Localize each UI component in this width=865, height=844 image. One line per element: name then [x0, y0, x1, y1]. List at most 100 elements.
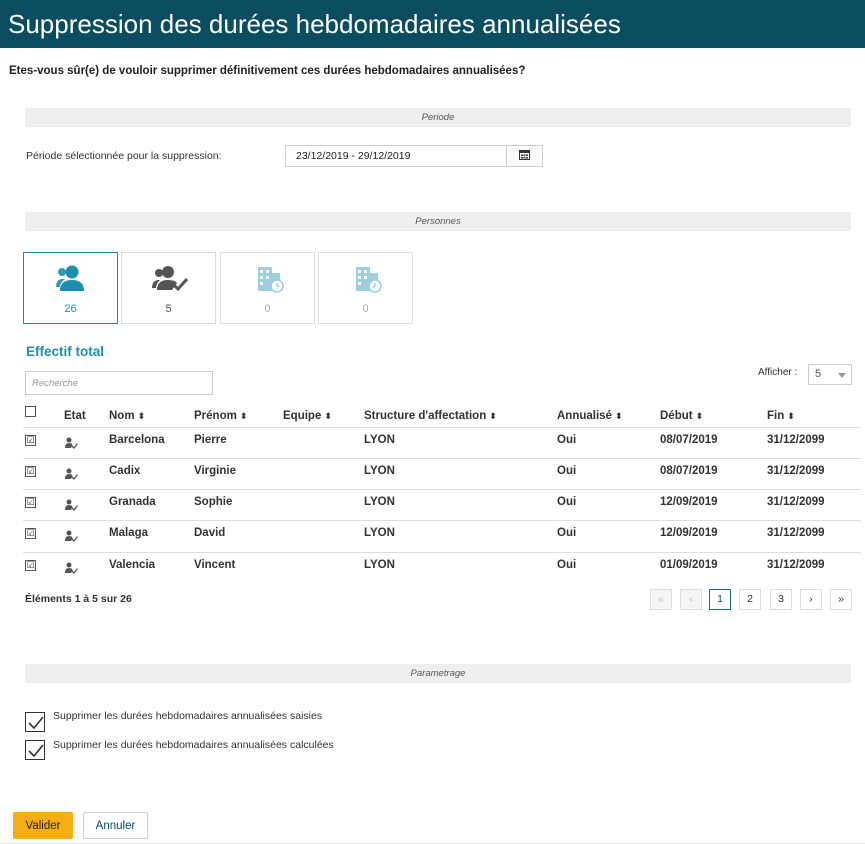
cell-prenom: David — [194, 527, 226, 539]
page-button-1[interactable]: 1 — [709, 589, 731, 610]
periode-date-range-input[interactable]: 23/12/2019 - 29/12/2019 — [285, 145, 507, 167]
afficher-label: Afficher : — [758, 367, 798, 378]
search-input[interactable] — [25, 371, 213, 395]
check-icon — [28, 744, 44, 758]
person-icon — [24, 263, 117, 295]
tile-count: 0 — [362, 303, 369, 315]
cell-nom: Granada — [109, 496, 156, 508]
tile-structure-planning[interactable]: 0 — [220, 252, 315, 324]
column-header-prenom[interactable]: Prénom ⬍ — [194, 410, 247, 422]
tile-structure-historique[interactable]: 0 — [318, 252, 413, 324]
table-row[interactable]: ☑ Cadix Virginie LYON Oui 08/07/2019 31/… — [23, 458, 861, 489]
column-header-equipe[interactable]: Equipe ⬍ — [283, 410, 332, 422]
cell-fin: 31/12/2099 — [767, 559, 825, 571]
pagination-summary: Éléments 1 à 5 sur 26 — [25, 593, 132, 605]
column-header-fin[interactable]: Fin ⬍ — [767, 410, 795, 422]
page-size-select[interactable]: 5 — [808, 364, 852, 385]
check-icon — [28, 716, 44, 730]
cell-nom: Cadix — [109, 465, 141, 477]
first-page-button[interactable]: « — [650, 589, 672, 610]
sort-icon: ⬍ — [239, 411, 248, 421]
column-header-debut[interactable]: Début ⬍ — [660, 410, 703, 422]
valider-button[interactable]: Valider — [13, 812, 73, 839]
cell-prenom: Pierre — [194, 434, 227, 446]
calendar-button[interactable] — [507, 145, 543, 167]
cell-debut: 08/07/2019 — [660, 465, 718, 477]
option1-checkbox[interactable] — [25, 712, 45, 732]
page-size-value: 5 — [815, 368, 822, 380]
section-periode: Periode — [25, 108, 851, 127]
cell-nom: Barcelona — [109, 434, 165, 446]
cell-nom: Valencia — [109, 559, 156, 571]
row-checkbox[interactable]: ☑ — [25, 435, 36, 446]
sort-icon: ⬍ — [324, 411, 332, 421]
select-all-checkbox[interactable] — [25, 406, 36, 417]
cell-debut: 08/07/2019 — [660, 434, 718, 446]
person-check-icon — [64, 561, 79, 579]
periode-label: Période sélectionnée pour la suppression… — [26, 150, 222, 162]
sort-icon: ⬍ — [489, 411, 497, 421]
cell-structure: LYON — [364, 465, 395, 477]
person-check-icon — [64, 498, 79, 516]
table-row[interactable]: ☑ Granada Sophie LYON Oui 12/09/2019 31/… — [23, 489, 861, 520]
option2-checkbox[interactable] — [25, 740, 45, 760]
cell-prenom: Vincent — [194, 559, 236, 571]
cell-fin: 31/12/2099 — [767, 527, 825, 539]
tile-count: 5 — [165, 303, 172, 315]
tile-effectif-total[interactable]: 26 — [23, 252, 118, 324]
cell-debut: 12/09/2019 — [660, 496, 718, 508]
cell-annualise: Oui — [557, 527, 577, 539]
building-history-icon — [319, 263, 412, 295]
sort-icon: ⬍ — [137, 411, 146, 421]
cell-annualise: Oui — [557, 559, 577, 571]
table-row[interactable]: ☑ Malaga David LYON Oui 12/09/2019 31/12… — [23, 520, 861, 551]
tile-personnes-selectionnees[interactable]: 5 — [121, 252, 216, 324]
chevron-down-icon — [838, 373, 846, 378]
table-row[interactable]: ☑ Valencia Vincent LYON Oui 01/09/2019 3… — [23, 552, 861, 583]
page-button-3[interactable]: 3 — [770, 589, 792, 610]
cell-structure: LYON — [364, 434, 395, 446]
column-header-annualise[interactable]: Annualisé ⬍ — [557, 410, 623, 422]
column-header-etat: Etat — [64, 410, 86, 422]
row-checkbox[interactable]: ☑ — [25, 466, 36, 477]
tile-count: 26 — [64, 303, 77, 315]
cell-debut: 12/09/2019 — [660, 527, 718, 539]
prev-page-button[interactable]: ‹ — [680, 589, 702, 610]
person-check-icon — [64, 436, 79, 454]
cell-structure: LYON — [364, 527, 395, 539]
section-personnes: Personnes — [25, 212, 851, 231]
tile-count: 0 — [264, 303, 271, 315]
option2-label: Supprimer les durées hebdomadaires annua… — [53, 739, 334, 751]
person-check-icon — [64, 529, 79, 547]
cell-structure: LYON — [364, 496, 395, 508]
cell-fin: 31/12/2099 — [767, 434, 825, 446]
sort-icon: ⬍ — [695, 411, 704, 421]
column-header-structure[interactable]: Structure d'affectation ⬍ — [364, 410, 497, 422]
page-title: Suppression des durées hebdomadaires ann… — [0, 0, 865, 48]
person-check-icon — [122, 263, 215, 295]
cell-annualise: Oui — [557, 465, 577, 477]
column-header-nom[interactable]: Nom ⬍ — [109, 410, 145, 422]
next-page-button[interactable]: › — [800, 589, 822, 610]
cell-prenom: Sophie — [194, 496, 233, 508]
cell-fin: 31/12/2099 — [767, 496, 825, 508]
row-checkbox[interactable]: ☑ — [25, 497, 36, 508]
cell-annualise: Oui — [557, 496, 577, 508]
row-checkbox[interactable]: ☑ — [25, 560, 36, 571]
cell-fin: 31/12/2099 — [767, 465, 825, 477]
last-page-button[interactable]: » — [830, 589, 852, 610]
confirmation-question: Etes-vous sûr(e) de vouloir supprimer dé… — [9, 65, 526, 77]
option1-label: Supprimer les durées hebdomadaires annua… — [53, 710, 323, 722]
cell-prenom: Virginie — [194, 465, 236, 477]
sort-icon: ⬍ — [614, 411, 623, 421]
annuler-button[interactable]: Annuler — [83, 812, 148, 839]
calendar-icon — [519, 147, 530, 165]
section-parametrage: Parametrage — [25, 664, 851, 683]
table-header: Etat Nom ⬍ Prénom ⬍ Equipe ⬍ Structure d'af… — [23, 406, 861, 428]
row-checkbox[interactable]: ☑ — [25, 528, 36, 539]
cell-annualise: Oui — [557, 434, 577, 446]
effectif-title: Effectif total — [26, 344, 105, 359]
page-button-2[interactable]: 2 — [739, 589, 761, 610]
cell-nom: Malaga — [109, 527, 148, 539]
table-row[interactable]: ☑ Barcelona Pierre LYON Oui 08/07/2019 3… — [23, 427, 861, 458]
